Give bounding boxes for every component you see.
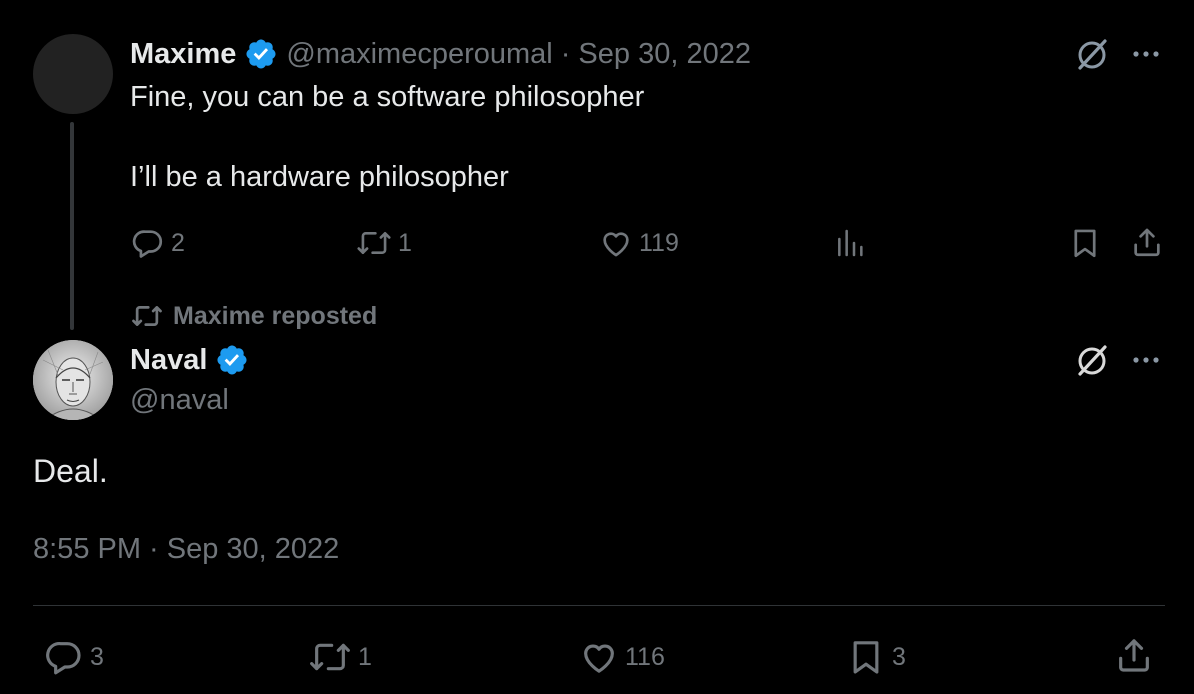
parent-handle[interactable]: @maximecperoumal xyxy=(286,38,552,71)
main-author-name[interactable]: Naval xyxy=(130,344,207,377)
main-share-button[interactable] xyxy=(1114,635,1154,675)
parent-repost-button[interactable]: 1 xyxy=(356,226,412,260)
parent-repost-count: 1 xyxy=(398,228,412,257)
parent-author-name[interactable]: Maxime xyxy=(130,38,236,71)
views-icon xyxy=(838,229,863,257)
verified-badge-icon xyxy=(246,39,276,69)
parent-bookmark-button[interactable] xyxy=(1068,226,1102,260)
parent-share-button[interactable] xyxy=(1130,225,1164,259)
repost-icon xyxy=(310,643,350,671)
parent-date[interactable]: Sep 30, 2022 xyxy=(578,38,751,71)
grok-icon xyxy=(1078,345,1107,376)
parent-tweet-header: Maxime @maximecperoumal · Sep 30, 2022 xyxy=(130,37,751,71)
parent-separator: · xyxy=(560,37,571,70)
repost-icon xyxy=(132,306,162,326)
main-bookmark-button[interactable]: 3 xyxy=(846,637,906,677)
repost-icon xyxy=(357,231,391,255)
main-repost-count: 1 xyxy=(358,642,372,671)
reply-icon xyxy=(46,642,81,675)
more-icon xyxy=(1133,357,1159,363)
main-grok-button[interactable] xyxy=(1074,342,1110,378)
more-icon xyxy=(1133,51,1159,57)
repost-indicator: Maxime reposted xyxy=(131,301,377,331)
maxime-avatar[interactable] xyxy=(33,34,113,114)
main-tweet-text: Deal. xyxy=(33,453,108,489)
main-bookmark-count: 3 xyxy=(892,642,906,671)
parent-reply-count: 2 xyxy=(171,228,185,257)
parent-like-button[interactable]: 119 xyxy=(599,226,679,260)
main-handle[interactable]: @naval xyxy=(130,384,229,417)
main-tweet-header: Naval xyxy=(130,343,249,377)
thread-connector-line xyxy=(70,122,74,330)
repost-label[interactable]: Maxime reposted xyxy=(173,302,377,331)
parent-text-line1: Fine, you can be a software philosopher xyxy=(130,81,645,113)
parent-like-count: 119 xyxy=(639,228,679,257)
bookmark-icon xyxy=(853,641,879,674)
reply-icon xyxy=(132,230,163,258)
main-timestamp[interactable]: 8:55 PM · Sep 30, 2022 xyxy=(33,533,339,566)
main-like-count: 116 xyxy=(625,642,665,671)
naval-avatar[interactable] xyxy=(33,340,113,420)
verified-badge-icon xyxy=(217,345,247,375)
parent-text-line2: I’ll be a hardware philosopher xyxy=(130,161,509,193)
like-icon xyxy=(603,232,629,257)
main-reply-count: 3 xyxy=(90,642,104,671)
main-like-button[interactable]: 116 xyxy=(579,637,665,677)
main-reply-button[interactable]: 3 xyxy=(44,637,104,677)
parent-reply-button[interactable]: 2 xyxy=(131,226,185,260)
grok-icon xyxy=(1078,39,1107,70)
main-more-button[interactable] xyxy=(1130,346,1162,374)
share-icon xyxy=(1119,639,1149,672)
parent-views-button[interactable] xyxy=(834,227,866,259)
parent-more-button[interactable] xyxy=(1130,40,1162,68)
naval-sketch-portrait xyxy=(33,340,113,420)
stats-divider xyxy=(33,605,1165,606)
main-repost-button[interactable]: 1 xyxy=(308,637,372,677)
share-icon xyxy=(1134,228,1160,257)
parent-grok-button[interactable] xyxy=(1074,36,1110,72)
like-icon xyxy=(584,644,614,673)
bookmark-icon xyxy=(1074,229,1096,258)
